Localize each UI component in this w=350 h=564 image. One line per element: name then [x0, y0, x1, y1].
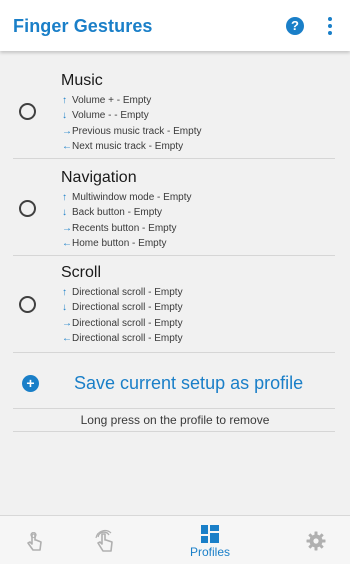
- profiles-list: Music ↑ Volume + - Empty ↓ Volume - - Empt…: [0, 51, 350, 515]
- app-bar: Finger Gestures ?: [0, 0, 350, 51]
- gesture-row: ↑ Directional scroll - Empty: [62, 285, 183, 300]
- remove-hint: Long press on the profile to remove: [80, 413, 270, 427]
- arrow-up-icon: ↑: [62, 192, 67, 203]
- gesture-row: ↑ Multiwindow mode - Empty: [62, 190, 191, 205]
- save-profile-label[interactable]: Save current setup as profile: [74, 373, 303, 394]
- nav-item-settings[interactable]: [292, 516, 340, 564]
- gesture-row: ↓ Volume - - Empty: [62, 108, 201, 123]
- arrow-down-icon: ↓: [62, 207, 67, 219]
- gesture-list: ↑ Volume + - Empty ↓ Volume - - Empty →Pre…: [62, 93, 201, 154]
- more-vertical-icon[interactable]: [322, 15, 338, 37]
- profile-radio-music[interactable]: [19, 103, 36, 120]
- profile-name: Music: [61, 72, 103, 89]
- arrow-up-icon: ↑: [62, 287, 67, 298]
- gesture-label: Recents button - Empty: [72, 222, 177, 234]
- arrow-right-icon: →: [62, 317, 72, 329]
- nav-item-profiles[interactable]: Profiles: [175, 516, 245, 564]
- profiles-grid-icon[interactable]: [201, 525, 219, 543]
- profile-radio-scroll[interactable]: [19, 296, 36, 313]
- gesture-label: Directional scroll - Empty: [72, 332, 183, 344]
- gesture-label: Next music track - Empty: [72, 140, 184, 152]
- arrow-left-icon: ←: [62, 237, 72, 249]
- bottom-navigation: Profiles: [0, 515, 350, 564]
- gesture-label: Home button - Empty: [72, 237, 167, 249]
- arrow-up-icon: ↑: [62, 95, 67, 106]
- gesture-row: ↑ Volume + - Empty: [62, 93, 201, 108]
- profile-scroll[interactable]: Scroll ↑ Directional scroll - Empty ↓ Dire…: [13, 256, 335, 353]
- arrow-left-icon: ←: [62, 332, 72, 344]
- profile-music[interactable]: Music ↑ Volume + - Empty ↓ Volume - - Empt…: [13, 62, 335, 159]
- gesture-label: Directional scroll - Empty: [72, 287, 183, 298]
- single-finger-tap-icon[interactable]: [26, 532, 44, 552]
- profile-radio-navigation[interactable]: [19, 200, 36, 217]
- profile-navigation[interactable]: Navigation ↑ Multiwindow mode - Empty ↓ Ba…: [13, 159, 335, 256]
- help-icon[interactable]: ?: [286, 17, 304, 35]
- gesture-list: ↑ Directional scroll - Empty ↓ Directional…: [62, 285, 183, 346]
- nav-item-multi-finger[interactable]: [80, 516, 130, 564]
- app-title: Finger Gestures: [13, 16, 153, 36]
- divider: [13, 408, 335, 409]
- profile-name: Scroll: [61, 264, 102, 281]
- gesture-row: →Recents button - Empty: [62, 221, 191, 236]
- divider: [13, 431, 335, 432]
- arrow-down-icon: ↓: [62, 302, 67, 314]
- gesture-label: Multiwindow mode - Empty: [72, 192, 192, 203]
- gesture-row: →Previous music track - Empty: [62, 124, 201, 139]
- gesture-row: ↓ Back button - Empty: [62, 205, 191, 220]
- gesture-label: Directional scroll - Empty: [72, 317, 183, 329]
- add-icon[interactable]: +: [22, 375, 39, 392]
- arrow-left-icon: ←: [62, 140, 72, 152]
- gesture-list: ↑ Multiwindow mode - Empty ↓ Back button -…: [62, 190, 191, 251]
- gesture-label: Directional scroll - Empty: [72, 302, 183, 314]
- gesture-row: ←Next music track - Empty: [62, 139, 201, 154]
- nav-item-single-finger[interactable]: [10, 516, 60, 564]
- profile-name: Navigation: [61, 169, 137, 186]
- save-profile-button[interactable]: + Save current setup as profile: [0, 355, 350, 409]
- gear-icon[interactable]: [306, 531, 326, 551]
- multi-finger-tap-icon[interactable]: [94, 529, 116, 553]
- gesture-row: →Directional scroll - Empty: [62, 316, 183, 331]
- arrow-right-icon: →: [62, 125, 72, 137]
- arrow-right-icon: →: [62, 222, 72, 234]
- gesture-row: ↓ Directional scroll - Empty: [62, 300, 183, 315]
- gesture-label: Volume + - Empty: [72, 95, 152, 106]
- nav-label-profiles[interactable]: Profiles: [175, 545, 245, 559]
- arrow-down-icon: ↓: [62, 110, 67, 122]
- gesture-row: ←Home button - Empty: [62, 236, 191, 251]
- gesture-label: Volume - - Empty: [72, 110, 149, 122]
- gesture-row: ←Directional scroll - Empty: [62, 331, 183, 346]
- gesture-label: Back button - Empty: [72, 207, 163, 219]
- gesture-label: Previous music track - Empty: [72, 125, 202, 137]
